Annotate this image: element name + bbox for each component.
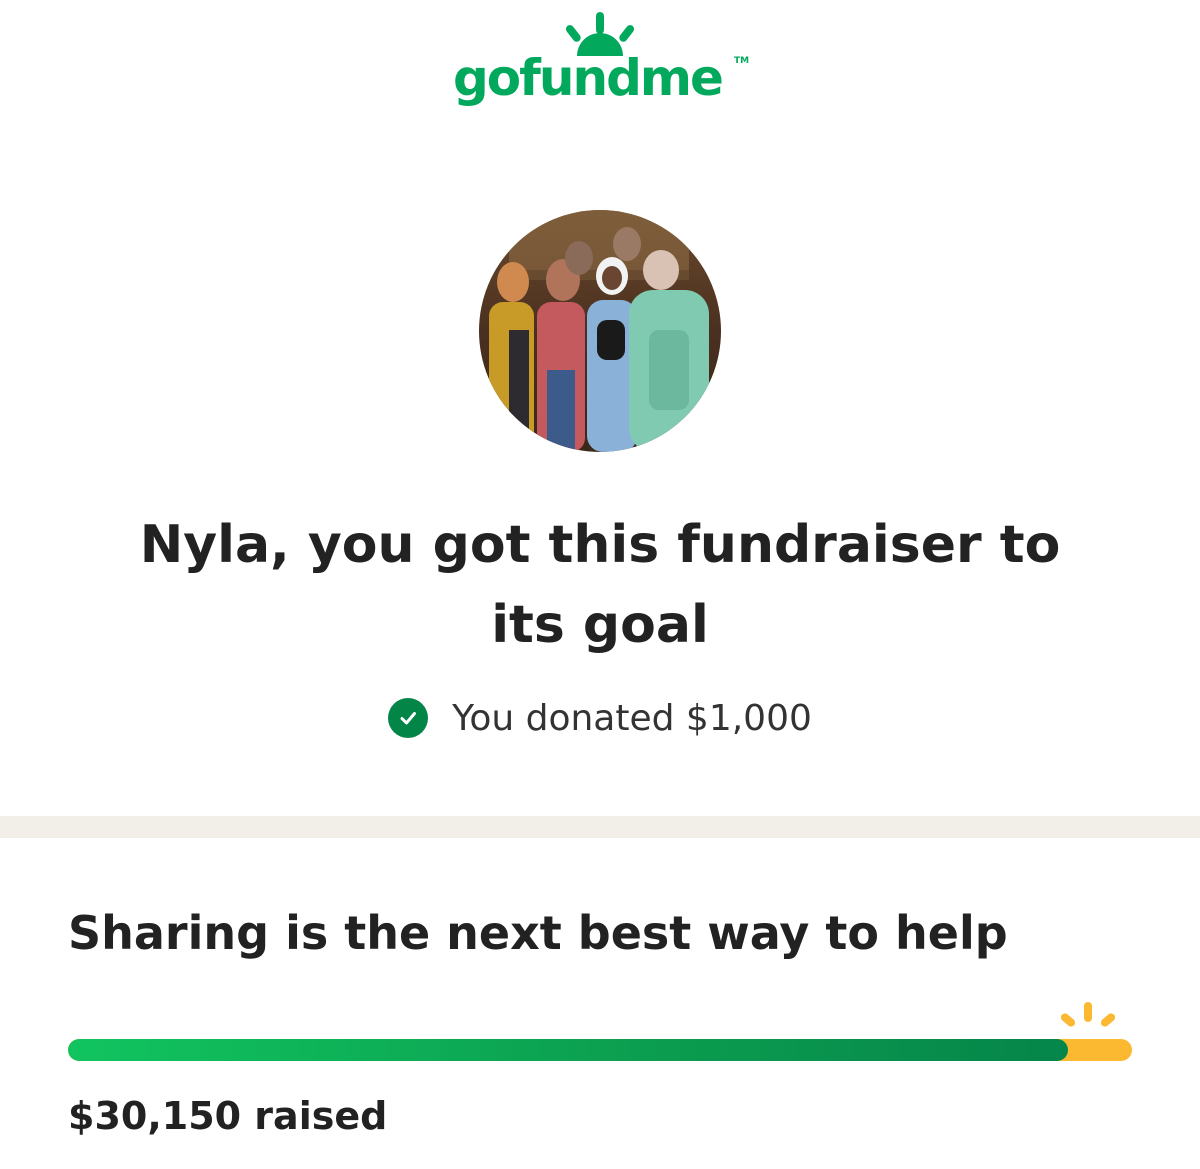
section-divider bbox=[0, 816, 1200, 838]
trademark-mark: TM bbox=[734, 56, 750, 66]
logo-wordmark: gofundme bbox=[453, 49, 724, 107]
campaign-photo-image bbox=[479, 210, 721, 452]
amount-raised: $30,150 raised bbox=[68, 1094, 388, 1138]
donation-status: You donated $1,000 bbox=[0, 690, 1200, 746]
goal-spark-icon bbox=[1060, 1002, 1116, 1027]
checkmark-icon bbox=[388, 698, 429, 738]
share-heading: Sharing is the next best way to help bbox=[68, 906, 1008, 960]
goal-headline: Nyla, you got this fundraiser to its goa… bbox=[0, 505, 1200, 665]
headline-line-1: Nyla, you got this fundraiser to bbox=[139, 515, 1061, 575]
fundraiser-progress-bar bbox=[68, 1039, 1132, 1061]
donation-text: You donated $1,000 bbox=[452, 697, 812, 739]
gofundme-logo: gofundme TM bbox=[0, 0, 1200, 130]
headline-line-2: its goal bbox=[491, 595, 709, 655]
progress-fill bbox=[68, 1039, 1069, 1061]
campaign-avatar bbox=[479, 210, 721, 452]
